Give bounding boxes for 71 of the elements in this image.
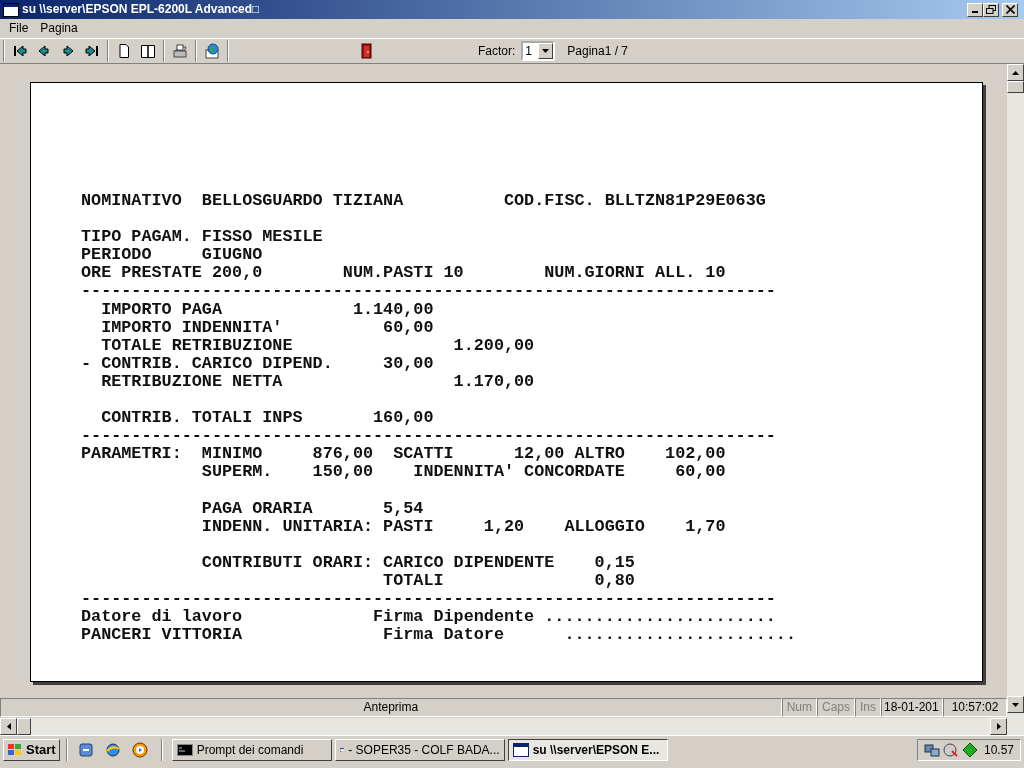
scroll-left-icon bbox=[6, 723, 11, 730]
window-icon bbox=[3, 2, 19, 17]
document-line: IMPORTO INDENNITA' 60,00 bbox=[100, 318, 435, 337]
globe-icon bbox=[204, 43, 220, 59]
document-line: Datore di lavoro Firma Dipendente ....................... bbox=[81, 608, 777, 627]
browser-icon bbox=[104, 741, 121, 758]
window-icon bbox=[512, 742, 529, 757]
scrollbar-thumb[interactable] bbox=[1007, 81, 1024, 93]
next-page-icon bbox=[60, 43, 76, 59]
printer-icon bbox=[172, 43, 188, 59]
minimize-icon bbox=[972, 10, 978, 13]
document-line: RETRIBUZIONE NETTA 1.170,00 bbox=[100, 372, 536, 392]
vertical-scrollbar[interactable] bbox=[1007, 64, 1024, 696]
document-line: TIPO PAGAM. FISSO MESILE bbox=[81, 228, 324, 247]
shield-icon bbox=[961, 741, 978, 758]
window-title: su \\server\EPSON EPL-6200L Advanced□ bbox=[22, 1, 261, 18]
document-line: CONTRIB. TOTALI INPS 160,00 bbox=[100, 409, 435, 428]
start-button[interactable]: Start bbox=[3, 738, 60, 761]
single-page-icon bbox=[116, 43, 132, 59]
status-indicator: Ins bbox=[855, 697, 881, 717]
clock: 10.57 bbox=[983, 741, 1014, 759]
scroll-up-icon bbox=[1012, 70, 1019, 75]
status-indicator: Caps bbox=[816, 697, 855, 717]
antivirus-icon bbox=[942, 741, 959, 758]
document-line: ORE PRESTATE 200,0 NUM.PASTI 10 NUM.GIORNI ALL. 10 bbox=[81, 264, 727, 283]
menu-item[interactable]: File bbox=[3, 19, 35, 38]
desktop-shortcut-icon bbox=[77, 741, 94, 758]
document-line: --------------------------------------------------------------------- bbox=[81, 590, 777, 609]
document-line: INDENN. UNITARIA: PASTI 1,20 ALLOGGIO 1,70 bbox=[200, 517, 727, 536]
restore-button[interactable] bbox=[983, 2, 999, 17]
close-icon bbox=[1005, 5, 1015, 14]
status-date: 18-01-201 bbox=[881, 697, 943, 717]
document-line: NOMINATIVO BELLOSGUARDO TIZIANA COD.FISC. BLLTZN81P29E063G bbox=[81, 192, 767, 211]
document-line: PARAMETRI: MINIMO 876,00 SCATTI 12,00 ALTRO 102,00 bbox=[81, 445, 727, 464]
taskbar-button[interactable]: - SOPER35 - COLF BADA... bbox=[334, 738, 505, 761]
document-line: PAGA ORARIA 5,54 bbox=[200, 499, 425, 518]
document-line: CONTRIBUTI ORARI: CARICO DIPENDENTE 0,15 bbox=[200, 553, 636, 572]
document-line: TOTALE RETRIBUZIONE 1.200,00 bbox=[100, 336, 536, 355]
document-line: SUPERM. 150,00 INDENNITA' CONCORDATE 60,00 bbox=[200, 463, 727, 482]
scrollbar-thumb[interactable] bbox=[17, 718, 31, 735]
factor-label: Factor: bbox=[477, 43, 516, 60]
horizontal-scrollbar[interactable] bbox=[0, 718, 1007, 735]
document-line: PANCERI VITTORIA Firma Datore ....................... bbox=[81, 626, 797, 645]
status-time: 10:57:02 bbox=[943, 697, 1007, 717]
factor-dropdown[interactable]: 1 bbox=[521, 41, 556, 61]
last-page-icon bbox=[84, 43, 100, 59]
scroll-down-icon bbox=[1012, 702, 1019, 707]
first-page-icon bbox=[12, 43, 28, 59]
page-indicator: Pagina1 / 7 bbox=[567, 43, 628, 60]
close-button[interactable] bbox=[1002, 2, 1018, 17]
document-line: - CONTRIB. CARICO DIPEND. 30,00 bbox=[81, 354, 435, 373]
taskbar-button[interactable]: Prompt dei comandi bbox=[171, 738, 332, 761]
status-indicator: Num bbox=[781, 697, 817, 717]
previous-page-icon bbox=[36, 43, 52, 59]
menu-item[interactable]: Pagina bbox=[34, 19, 84, 38]
dropdown-arrow-icon bbox=[542, 49, 550, 53]
network-icon bbox=[923, 741, 940, 758]
minimize-button[interactable] bbox=[967, 2, 983, 17]
scroll-right-icon bbox=[996, 723, 1001, 730]
taskbar-button[interactable]: su \\server\EPSON E... bbox=[507, 738, 668, 761]
restore-icon bbox=[986, 5, 996, 14]
console-icon bbox=[176, 743, 193, 756]
document-line: TOTALI 0,80 bbox=[382, 571, 636, 591]
document-line: --------------------------------------------------------------------- bbox=[81, 427, 777, 446]
document-line: IMPORTO PAGA 1.140,00 bbox=[100, 300, 435, 319]
document-line: PERIODO GIUGNO bbox=[81, 246, 264, 265]
document-line: --------------------------------------------------------------------- bbox=[81, 282, 777, 301]
two-pages-icon bbox=[140, 43, 156, 59]
status-message: Anteprima bbox=[0, 697, 782, 717]
media-player-icon bbox=[131, 741, 148, 758]
windows-logo-icon bbox=[7, 742, 23, 757]
